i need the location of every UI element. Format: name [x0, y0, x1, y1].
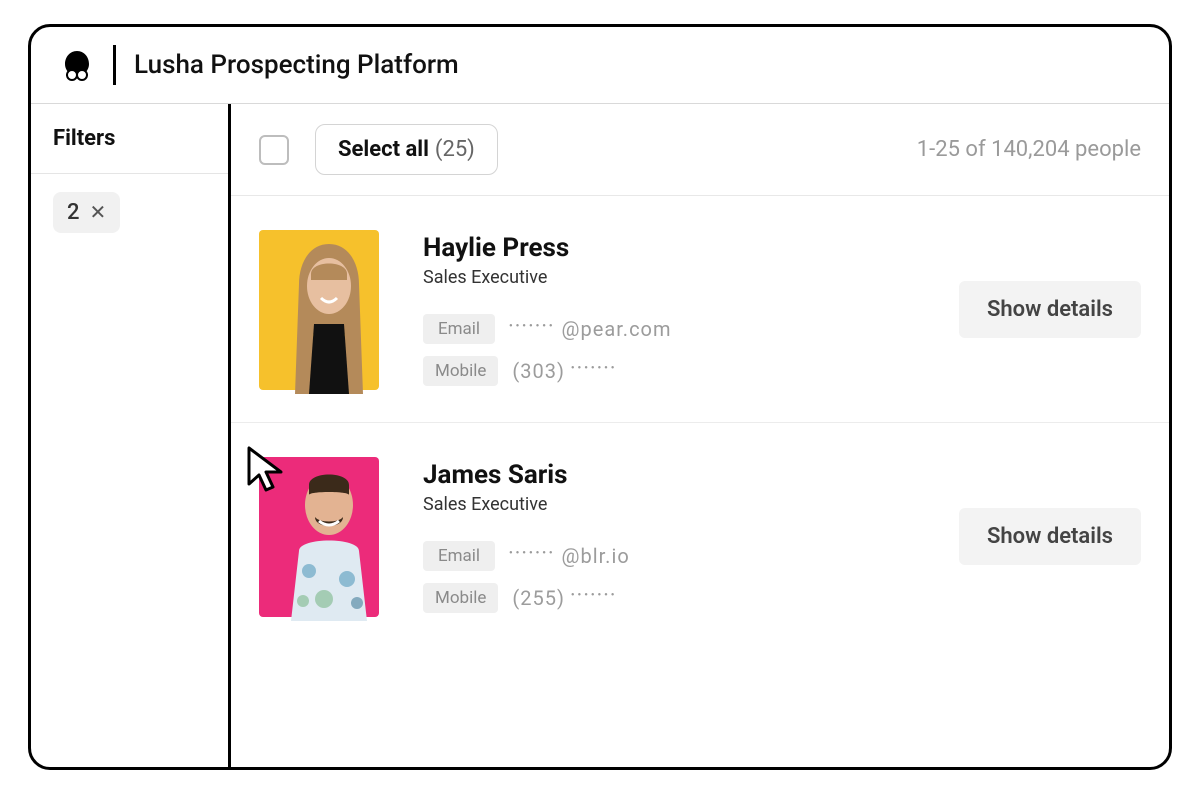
lusha-logo-icon	[59, 47, 95, 83]
app-header: Lusha Prospecting Platform	[31, 27, 1169, 104]
email-badge: Email	[423, 314, 495, 344]
show-details-button[interactable]: Show details	[959, 281, 1141, 338]
select-all-label: Select all	[338, 137, 429, 162]
app-window: Lusha Prospecting Platform Filters 2 ✕	[28, 24, 1172, 770]
active-filter-chip[interactable]: 2 ✕	[53, 192, 120, 233]
sidebar-filters-heading: Filters	[31, 104, 228, 174]
select-all-count: (25)	[435, 137, 475, 162]
mobile-badge: Mobile	[423, 356, 498, 386]
email-mask-dots: •••••••	[509, 321, 556, 332]
sidebar-body: 2 ✕	[31, 174, 228, 251]
result-range: 1-25 of 140,204 people	[917, 137, 1141, 162]
email-row: Email ••••••• @pear.com	[423, 314, 925, 344]
person-title: Sales Executive	[423, 494, 925, 515]
person-name: Haylie Press	[423, 233, 925, 263]
app-body: Filters 2 ✕ Select all (25)	[31, 104, 1169, 767]
header-divider	[113, 45, 116, 85]
mobile-badge: Mobile	[423, 583, 498, 613]
mobile-mask-dots: •••••••	[571, 363, 618, 374]
avatar-image	[269, 224, 389, 394]
person-card: Haylie Press Sales Executive Email •••••…	[231, 196, 1169, 423]
person-info: James Saris Sales Executive Email ••••••…	[423, 460, 925, 613]
list-toolbar: Select all (25) 1-25 of 140,204 people	[231, 104, 1169, 196]
person-name: James Saris	[423, 460, 925, 490]
email-visible: @blr.io	[562, 544, 630, 568]
avatar	[259, 451, 389, 621]
mobile-mask-dots: •••••••	[571, 590, 618, 601]
select-all-checkbox[interactable]	[259, 135, 289, 165]
mobile-visible: (255)	[512, 586, 565, 610]
avatar	[259, 224, 389, 394]
show-details-button[interactable]: Show details	[959, 508, 1141, 565]
email-mask-dots: •••••••	[509, 548, 556, 559]
main-panel: Select all (25) 1-25 of 140,204 people	[231, 104, 1169, 767]
mobile-row: Mobile (255) •••••••	[423, 583, 925, 613]
mobile-visible: (303)	[512, 359, 565, 383]
active-filter-count: 2	[67, 200, 80, 225]
select-all-button[interactable]: Select all (25)	[315, 124, 498, 175]
email-badge: Email	[423, 541, 495, 571]
person-info: Haylie Press Sales Executive Email •••••…	[423, 233, 925, 386]
person-title: Sales Executive	[423, 267, 925, 288]
sidebar: Filters 2 ✕	[31, 104, 231, 767]
app-title: Lusha Prospecting Platform	[134, 50, 459, 80]
avatar-image	[269, 451, 389, 621]
people-list: Haylie Press Sales Executive Email •••••…	[231, 196, 1169, 767]
person-card: James Saris Sales Executive Email ••••••…	[231, 423, 1169, 649]
email-visible: @pear.com	[562, 317, 672, 341]
close-icon: ✕	[90, 200, 107, 224]
mobile-row: Mobile (303) •••••••	[423, 356, 925, 386]
email-row: Email ••••••• @blr.io	[423, 541, 925, 571]
